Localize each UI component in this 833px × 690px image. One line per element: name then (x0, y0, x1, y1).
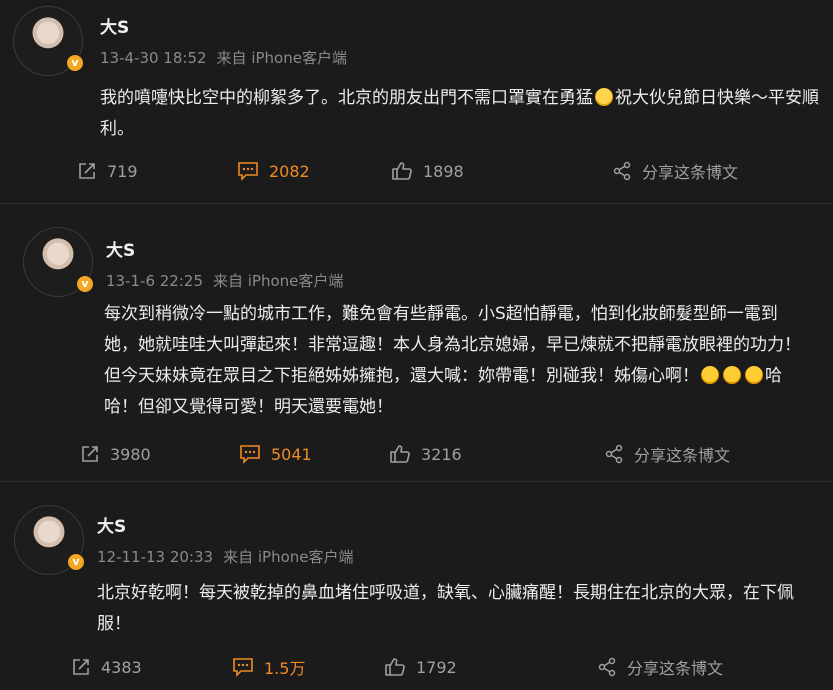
share-icon (613, 161, 631, 181)
post-3: v 大S 12-11-13 20:33 来自 iPhone客户端 北京好乾啊！每天… (0, 482, 833, 690)
repost-count: 4383 (101, 657, 142, 677)
repost-icon (82, 446, 98, 462)
angry-emoji-icon (723, 366, 741, 384)
repost-button[interactable]: 4383 (71, 652, 142, 682)
repost-button[interactable]: 3980 (80, 439, 151, 469)
post-meta: 13-4-30 18:52 来自 iPhone客户端 (100, 47, 347, 68)
post-source: 来自 iPhone客户端 (213, 272, 344, 290)
comment-count: 1.5万 (264, 659, 306, 678)
repost-icon (73, 659, 89, 675)
like-count: 1792 (416, 657, 457, 677)
post-text: 我的噴嚏快比空中的柳絮多了。北京的朋友出門不需口罩實在勇猛 祝大伙兒節日快樂～平安… (100, 83, 820, 145)
post-time[interactable]: 13-4-30 18:52 (100, 49, 207, 67)
cry-emoji-icon (595, 88, 613, 106)
comment-icon (238, 162, 258, 181)
repost-button[interactable]: 719 (77, 156, 138, 186)
post-time[interactable]: 13-1-6 22:25 (106, 272, 203, 290)
post-2: v 大S 13-1-6 22:25 来自 iPhone客户端 每次到稍微冷一點的城… (0, 204, 833, 480)
author-name[interactable]: 大S (100, 13, 129, 38)
angry-emoji-icon (701, 366, 719, 384)
repost-count: 719 (107, 161, 138, 181)
angry-emoji-icon (745, 366, 763, 384)
share-label: 分享这条博文 (642, 163, 739, 182)
post-text: 每次到稍微冷一點的城市工作，難免會有些靜電。小S超怕靜電，怕到化妝師髮型師一電到… (104, 299, 804, 423)
post-text-part: 北京好乾啊！每天被乾掉的鼻血堵住呼吸道，缺氧、心臟痛醒！長期住在北京的大眾，在下… (97, 583, 794, 634)
verified-badge-icon: v (67, 553, 85, 571)
action-bar: 4383 1.5万 1792 分享这条博文 (0, 652, 833, 682)
comment-icon (240, 445, 260, 464)
share-button[interactable]: 分享这条博文 (612, 156, 738, 186)
author-name[interactable]: 大S (97, 512, 126, 537)
post-text-part: 每次到稍微冷一點的城市工作，難免會有些靜電。小S超怕靜電，怕到化妝師髮型師一電到… (104, 304, 801, 386)
action-bar: 719 2082 1898 分享这条博文 (0, 156, 833, 186)
like-button[interactable]: 3216 (389, 439, 462, 469)
author-name[interactable]: 大S (106, 236, 135, 261)
post-1: v 大S 13-4-30 18:52 来自 iPhone客户端 我的噴嚏快比空中的… (0, 0, 833, 200)
avatar[interactable]: v (13, 6, 84, 76)
share-label: 分享这条博文 (634, 446, 731, 465)
comment-button[interactable]: 5041 (239, 439, 312, 469)
avatar[interactable]: v (23, 227, 94, 297)
comment-button[interactable]: 2082 (237, 156, 310, 186)
comment-icon (233, 658, 253, 677)
share-label: 分享这条博文 (627, 659, 724, 678)
like-button[interactable]: 1792 (384, 652, 457, 682)
post-meta: 12-11-13 20:33 来自 iPhone客户端 (97, 546, 354, 567)
like-count: 1898 (423, 161, 464, 181)
action-bar: 3980 5041 3216 分享这条博文 (0, 439, 833, 469)
avatar[interactable]: v (14, 505, 85, 575)
repost-icon (79, 163, 95, 179)
comment-count: 2082 (269, 161, 310, 181)
weibo-feed: v 大S 13-4-30 18:52 来自 iPhone客户端 我的噴嚏快比空中的… (0, 0, 833, 690)
post-source: 来自 iPhone客户端 (223, 548, 354, 566)
share-button[interactable]: 分享这条博文 (597, 652, 723, 682)
share-icon (598, 657, 616, 677)
like-button[interactable]: 1898 (391, 156, 464, 186)
post-meta: 13-1-6 22:25 来自 iPhone客户端 (106, 270, 343, 291)
like-count: 3216 (421, 444, 462, 464)
verified-badge-icon: v (76, 275, 94, 293)
share-icon (605, 444, 623, 464)
post-source: 来自 iPhone客户端 (216, 49, 347, 67)
post-time[interactable]: 12-11-13 20:33 (97, 548, 213, 566)
post-text-part: 我的噴嚏快比空中的柳絮多了。北京的朋友出門不需口罩實在勇猛 (100, 88, 593, 108)
share-button[interactable]: 分享这条博文 (604, 439, 730, 469)
thumbs-up-icon (392, 162, 412, 180)
post-text: 北京好乾啊！每天被乾掉的鼻血堵住呼吸道，缺氧、心臟痛醒！長期住在北京的大眾，在下… (97, 578, 812, 640)
comment-count: 5041 (271, 444, 312, 464)
thumbs-up-icon (390, 445, 410, 463)
comment-button[interactable]: 1.5万 (232, 652, 305, 682)
verified-badge-icon: v (66, 54, 84, 72)
thumbs-up-icon (385, 658, 405, 676)
repost-count: 3980 (110, 444, 151, 464)
